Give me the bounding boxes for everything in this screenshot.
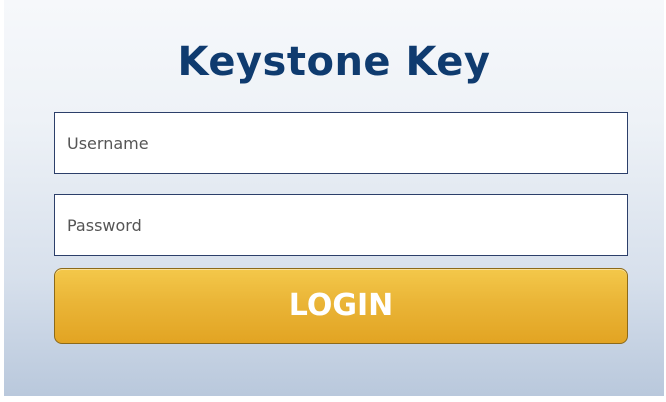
username-input[interactable] — [54, 112, 628, 174]
app-title: Keystone Key — [177, 39, 491, 85]
login-panel: Keystone Key LOGIN — [4, 0, 664, 396]
password-input[interactable] — [54, 194, 628, 256]
login-button[interactable]: LOGIN — [54, 268, 628, 344]
